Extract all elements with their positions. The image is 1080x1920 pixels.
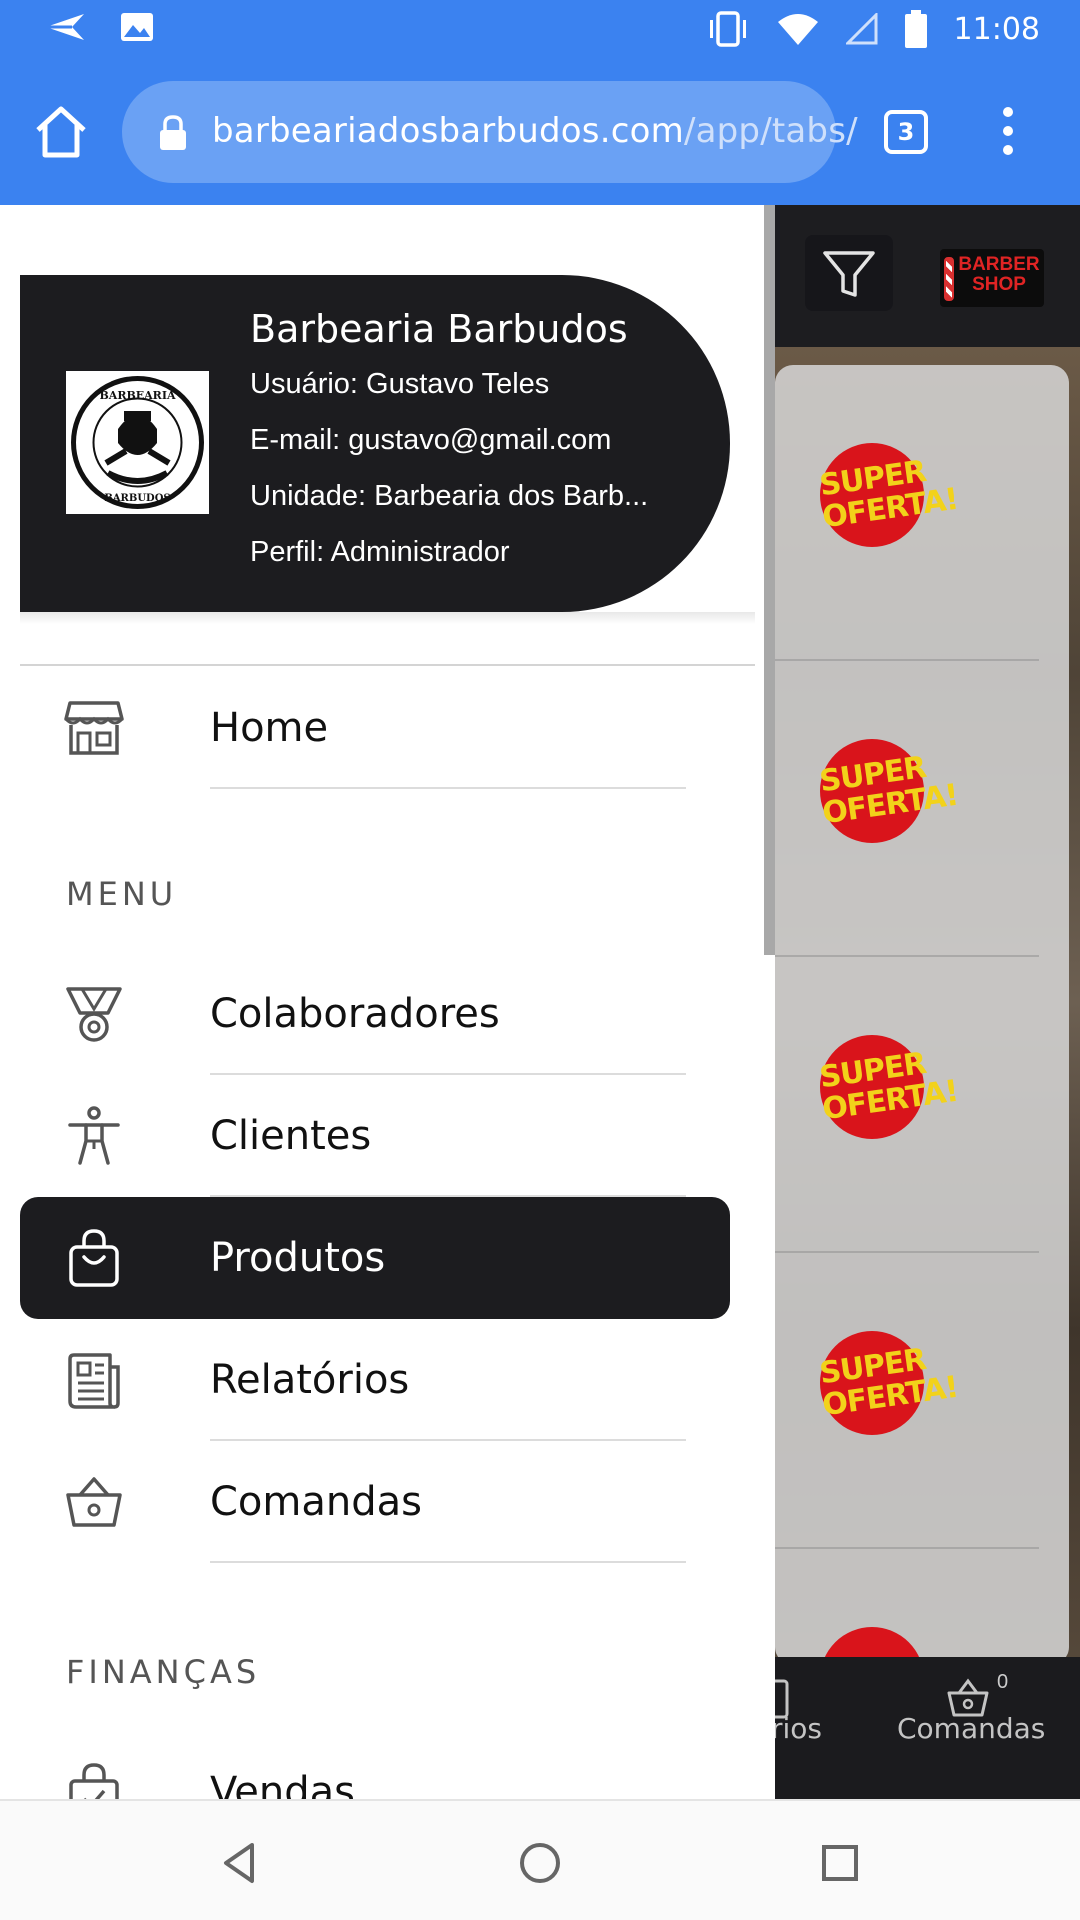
url-path: /app/tabs/ <box>683 111 858 151</box>
menu-item-produtos[interactable]: Produtos <box>20 1197 730 1319</box>
divider <box>210 787 686 789</box>
menu-item-vendas-label: Vendas <box>210 1769 355 1799</box>
super-offer-badge: SUPER OFERTA! <box>818 739 960 843</box>
menu-item-relatorios-label: Relatórios <box>210 1357 410 1403</box>
background-tab-bar: rios 0 Comandas <box>775 1657 1080 1799</box>
background-header: BARBER SHOP <box>775 205 1080 347</box>
medal-icon <box>66 987 122 1042</box>
divider <box>210 1561 686 1563</box>
barber-shop-logo: BARBER SHOP <box>940 249 1044 307</box>
profile-name: Barbearia Barbudos <box>250 307 628 351</box>
section-title-menu: MENU <box>66 875 178 913</box>
barbearia-logo-icon: BARBEARIA BARBUDOS <box>71 376 204 509</box>
url-domain: barbeariadosbarbudos.com <box>212 111 684 151</box>
product-list: SUPER OFERTA! SUPER OFERTA! SUPER OFERTA… <box>775 365 1069 1731</box>
divider <box>20 664 755 666</box>
recents-icon[interactable] <box>816 1839 864 1887</box>
comandas-count: 0 <box>997 1671 1009 1693</box>
profile-shadow <box>20 612 755 624</box>
more-options-icon[interactable] <box>996 107 1020 157</box>
profile-email: E-mail: gustavo@gmail.com <box>250 424 612 456</box>
super-offer-badge: SUPER OFERTA! <box>818 1035 960 1139</box>
tab-comandas-label[interactable]: Comandas <box>897 1712 1045 1745</box>
wifi-icon <box>777 14 818 45</box>
menu-item-comandas[interactable]: Comandas <box>20 1441 730 1563</box>
menu-item-clientes[interactable]: Clientes <box>20 1075 730 1197</box>
menu-item-colaboradores[interactable]: Colaboradores <box>20 953 730 1075</box>
profile-role: Perfil: Administrador <box>250 536 510 568</box>
super-offer-badge: SUPER OFERTA! <box>818 1331 960 1435</box>
tab-switcher-button[interactable]: 3 <box>884 110 928 154</box>
status-bar: 11:08 <box>0 0 1080 63</box>
profile-card: BARBEARIA BARBUDOS Barbearia Barbudos Us… <box>20 275 730 612</box>
clock: 11:08 <box>953 11 1040 47</box>
tab-relatorios-label[interactable]: rios <box>775 1712 822 1745</box>
side-menu-drawer: BARBEARIA BARBUDOS Barbearia Barbudos Us… <box>0 205 775 1799</box>
menu-item-colaboradores-label: Colaboradores <box>210 991 500 1037</box>
home-icon[interactable] <box>32 103 90 161</box>
filter-button[interactable] <box>805 235 893 311</box>
url-bar[interactable]: barbeariadosbarbudos.com/app/tabs/ <box>122 81 858 183</box>
product-row[interactable]: SUPER OFERTA! <box>775 1253 1039 1549</box>
person-icon <box>68 1106 120 1165</box>
home-circle-icon[interactable] <box>516 1839 564 1887</box>
barber-pole-icon <box>944 257 954 301</box>
barber-shop-text: BARBER SHOP <box>958 254 1040 295</box>
svg-text:BARBEARIA: BARBEARIA <box>99 389 175 402</box>
menu-item-vendas[interactable]: Vendas <box>20 1731 730 1799</box>
menu-item-produtos-label: Produtos <box>210 1235 386 1281</box>
product-row[interactable]: SUPER OFERTA! <box>775 365 1039 661</box>
newspaper-icon <box>68 1353 120 1409</box>
profile-unit: Unidade: Barbearia dos Barb... <box>250 480 649 512</box>
image-icon <box>121 13 153 41</box>
bag-check-icon <box>69 1763 119 1799</box>
send-icon <box>46 14 84 40</box>
menu-item-home-label: Home <box>210 705 329 751</box>
browser-toolbar: barbeariadosbarbudos.com/app/tabs/ 3 <box>0 63 1080 205</box>
product-row[interactable]: SUPER OFERTA! <box>775 661 1039 957</box>
url-text: barbeariadosbarbudos.com/app/tabs/ <box>212 111 858 151</box>
basket-icon <box>66 1477 122 1527</box>
menu-item-comandas-label: Comandas <box>210 1479 422 1525</box>
background-app: BARBER SHOP SUPER OFERTA! SUPER OFERTA! … <box>775 205 1080 1799</box>
storefront-icon <box>64 701 124 755</box>
menu-item-home[interactable]: Home <box>20 667 730 789</box>
avatar: BARBEARIA BARBUDOS <box>66 371 209 514</box>
menu-item-clientes-label: Clientes <box>210 1113 372 1159</box>
profile-user: Usuário: Gustavo Teles <box>250 368 550 400</box>
system-nav-bar <box>0 1799 1080 1920</box>
drawer-scrollbar[interactable] <box>764 205 775 955</box>
svg-text:BARBUDOS: BARBUDOS <box>104 493 170 504</box>
battery-icon <box>904 10 927 48</box>
super-offer-badge: SUPER OFERTA! <box>818 443 960 547</box>
lock-icon <box>160 115 186 150</box>
shopping-bag-icon <box>69 1229 119 1287</box>
back-icon[interactable] <box>216 1839 264 1887</box>
signal-icon <box>845 13 878 45</box>
filter-icon <box>823 251 875 297</box>
vibrate-icon <box>709 11 746 47</box>
product-row[interactable]: SUPER OFERTA! <box>775 957 1039 1253</box>
section-title-financas: FINANÇAS <box>66 1653 261 1691</box>
menu-item-relatorios[interactable]: Relatórios <box>20 1319 730 1441</box>
